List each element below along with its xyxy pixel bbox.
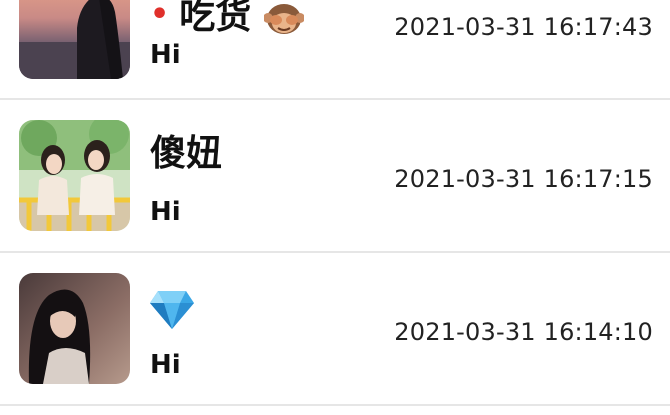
- last-message: Hi: [150, 350, 181, 380]
- last-message: Hi: [150, 40, 181, 70]
- last-message: Hi: [150, 197, 181, 227]
- conversation-name: [150, 289, 194, 329]
- name-text: 吃货: [179, 0, 252, 37]
- conversation-row[interactable]: Hi 2021-03-31 16:14:10: [0, 253, 670, 406]
- unread-dot: •: [150, 0, 170, 32]
- two-girls-avatar[interactable]: [19, 120, 130, 231]
- conversation-name: • 吃货: [150, 0, 304, 36]
- timestamp: 2021-03-31 16:17:43: [394, 13, 653, 41]
- conversation-name: 傻妞: [150, 133, 223, 174]
- conversation-row[interactable]: • 吃货 Hi 2021-03-31 16:17:43: [0, 0, 670, 100]
- gem-icon: [150, 289, 194, 329]
- sunset-silhouette-avatar[interactable]: [19, 0, 130, 79]
- conversation-list: • 吃货 Hi 2021-03-31 16:17:43 傻妞 Hi 2021-0…: [0, 0, 670, 415]
- timestamp: 2021-03-31 16:14:10: [394, 318, 653, 346]
- monkey-face-icon: [263, 0, 304, 36]
- dark-hair-avatar[interactable]: [19, 273, 130, 384]
- timestamp: 2021-03-31 16:17:15: [394, 165, 653, 193]
- conversation-row[interactable]: 傻妞 Hi 2021-03-31 16:17:15: [0, 100, 670, 253]
